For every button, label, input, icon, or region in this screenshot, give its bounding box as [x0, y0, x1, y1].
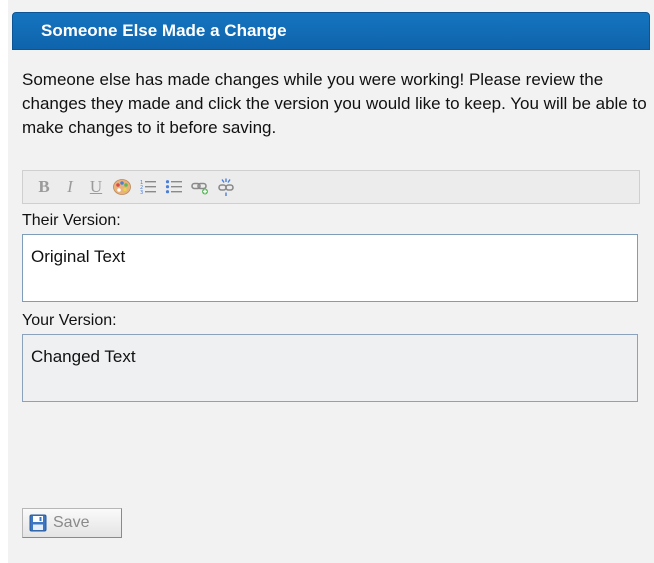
- italic-button[interactable]: I: [59, 176, 81, 198]
- color-palette-icon: [113, 179, 131, 195]
- italic-glyph: I: [67, 177, 73, 196]
- your-version-label: Your Version:: [22, 312, 117, 329]
- ordered-list-icon: 1 2 3: [140, 180, 156, 196]
- ordered-list-button[interactable]: 1 2 3: [137, 176, 159, 198]
- dialog-title: Someone Else Made a Change: [12, 12, 650, 50]
- floppy-disk-icon: [29, 514, 47, 532]
- unordered-list-icon: [165, 180, 182, 194]
- link-button[interactable]: [189, 176, 211, 198]
- your-version-text: Changed Text: [31, 347, 136, 366]
- your-version-field[interactable]: Changed Text: [22, 334, 638, 402]
- color-palette-button[interactable]: [111, 176, 133, 198]
- link-icon: [191, 182, 208, 195]
- save-label: Save: [53, 514, 90, 531]
- their-version-field[interactable]: Original Text: [22, 234, 638, 302]
- unlink-button[interactable]: [215, 176, 237, 198]
- unlink-icon: [218, 178, 234, 196]
- svg-text:3: 3: [140, 190, 143, 196]
- save-button[interactable]: Save: [22, 508, 122, 538]
- their-version-text: Original Text: [31, 247, 126, 266]
- their-version-label: Their Version:: [22, 212, 121, 229]
- conflict-message: Someone else has made changes while you …: [22, 70, 647, 137]
- underline-button[interactable]: U: [85, 176, 107, 198]
- bold-button[interactable]: B: [33, 176, 55, 198]
- underline-glyph: U: [89, 177, 103, 196]
- editor-toolbar: B I U 1 2 3: [22, 170, 640, 204]
- bold-glyph: B: [38, 177, 50, 196]
- unordered-list-button[interactable]: [163, 176, 185, 198]
